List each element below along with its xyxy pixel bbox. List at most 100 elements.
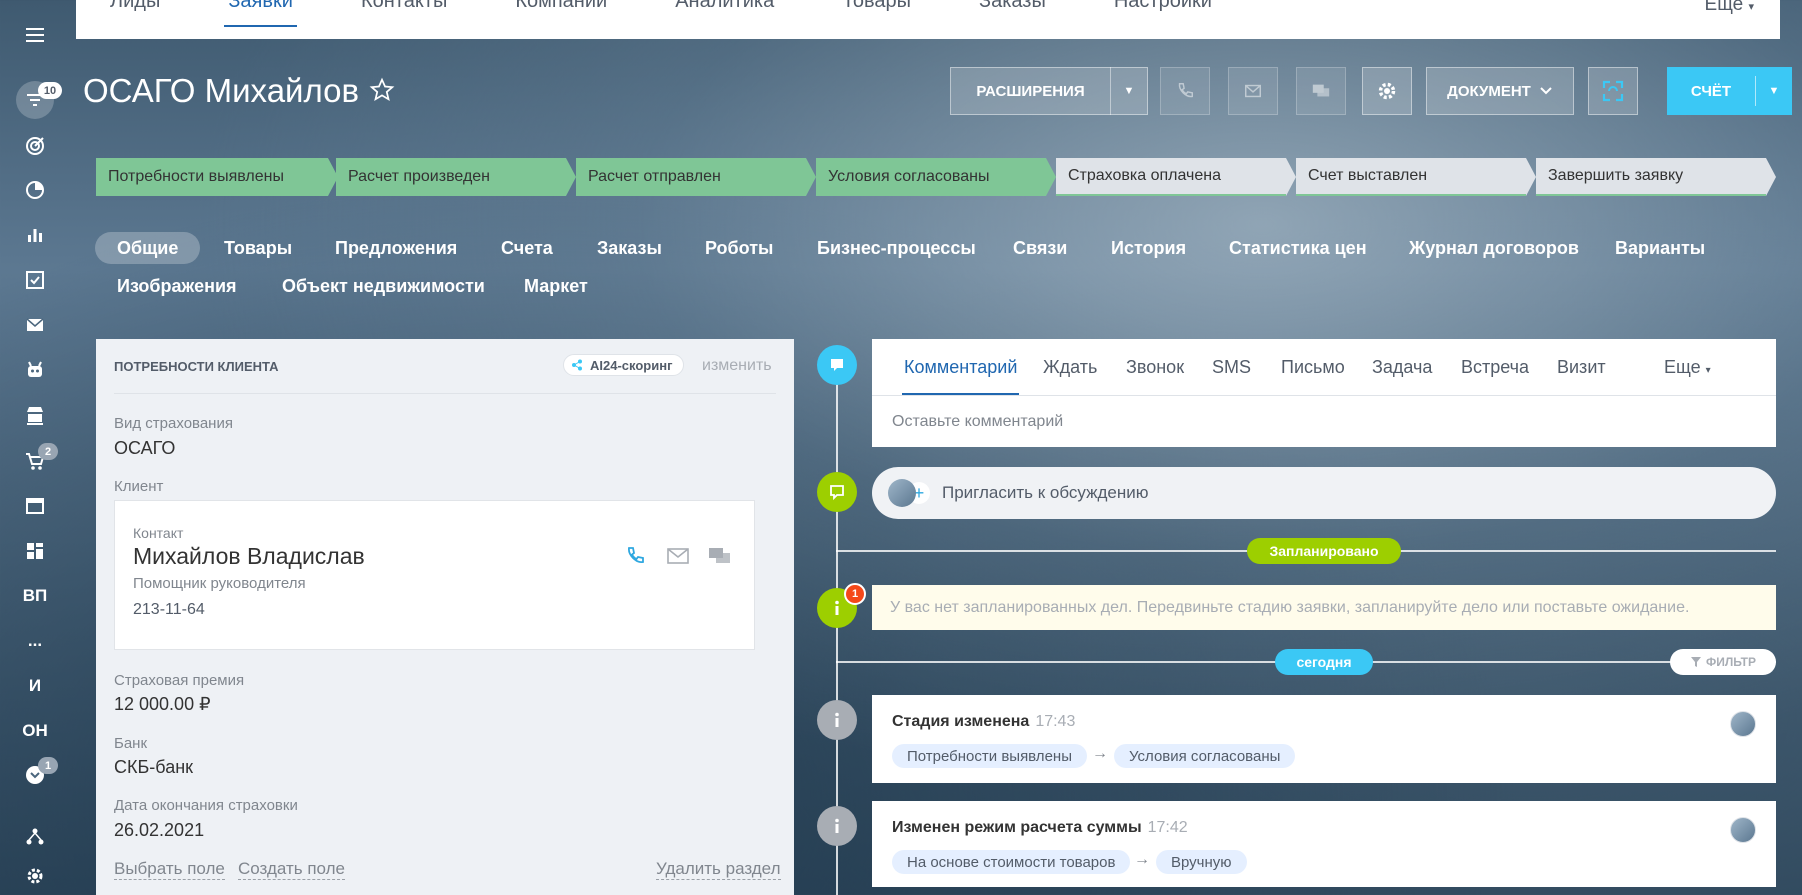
rail-item-chevron[interactable]: 1 bbox=[0, 757, 70, 793]
tab-contract-log[interactable]: Журнал договоров bbox=[1387, 232, 1601, 264]
fullscreen-button[interactable] bbox=[1588, 67, 1638, 115]
tab-history[interactable]: История bbox=[1089, 232, 1208, 264]
apps-icon[interactable] bbox=[0, 533, 70, 569]
composer-tab-wait[interactable]: Ждать bbox=[1043, 357, 1097, 378]
chat-button[interactable] bbox=[1296, 67, 1346, 115]
tab-offers[interactable]: Предложения bbox=[313, 232, 479, 264]
contact-label: Контакт bbox=[133, 525, 184, 541]
extensions-button[interactable]: РАСШИРЕНИЯ ▼ bbox=[950, 67, 1148, 115]
structure-icon[interactable] bbox=[0, 818, 70, 854]
stage-calculation-sent[interactable]: Расчет отправлен bbox=[576, 158, 816, 196]
topnav-item-settings[interactable]: Настройки bbox=[1080, 0, 1246, 33]
comment-icon bbox=[831, 359, 843, 371]
chat-icon[interactable] bbox=[708, 546, 732, 568]
rail-item-i[interactable]: И bbox=[0, 668, 70, 704]
ai-scoring-badge[interactable]: AI24-скоринг bbox=[563, 354, 684, 376]
stage-label: Расчет произведен bbox=[348, 168, 491, 185]
stage-complete-request[interactable]: Завершить заявку bbox=[1536, 158, 1776, 196]
email-button[interactable] bbox=[1228, 67, 1278, 115]
event-to-chip: Вручную bbox=[1156, 850, 1247, 874]
comment-input[interactable]: Оставьте комментарий bbox=[892, 413, 1063, 431]
left-rail: 10 2 ВП ... И ОН 1 bbox=[0, 0, 70, 895]
rail-item-crm[interactable]: 10 bbox=[0, 81, 70, 119]
stage-calculation-done[interactable]: Расчет произведен bbox=[336, 158, 576, 196]
caret-down-icon[interactable]: ▼ bbox=[1756, 85, 1792, 97]
stage-invoice-issued[interactable]: Счет выставлен bbox=[1296, 158, 1536, 196]
tab-general[interactable]: Общие bbox=[95, 232, 201, 264]
document-button[interactable]: ДОКУМЕНТ bbox=[1426, 67, 1574, 115]
composer-tab-visit[interactable]: Визит bbox=[1557, 357, 1606, 378]
call-button[interactable] bbox=[1160, 67, 1210, 115]
end-date-label: Дата окончания страховки bbox=[114, 797, 298, 814]
topnav-more-label: Еще bbox=[1704, 0, 1744, 15]
composer-tab-more[interactable]: Еще ▾ bbox=[1664, 357, 1711, 378]
settings-icon[interactable] bbox=[0, 858, 70, 894]
composer-tab-task[interactable]: Задача bbox=[1372, 357, 1432, 378]
invoice-button[interactable]: СЧЁТ ▼ bbox=[1667, 67, 1792, 115]
rail-item-on[interactable]: ОН bbox=[0, 713, 70, 749]
tab-business-processes[interactable]: Бизнес-процессы bbox=[795, 232, 998, 264]
tab-products[interactable]: Товары bbox=[202, 232, 314, 264]
rail-badge-filter: 10 bbox=[38, 82, 62, 99]
composer-tab-sms[interactable]: SMS bbox=[1212, 357, 1251, 378]
tab-links[interactable]: Связи bbox=[991, 232, 1089, 264]
stage-insurance-paid[interactable]: Страховка оплачена bbox=[1056, 158, 1296, 196]
settings-button[interactable] bbox=[1362, 67, 1412, 115]
create-field-link[interactable]: Создать поле bbox=[238, 859, 345, 880]
stage-needs-identified[interactable]: Потребности выявлены bbox=[96, 158, 338, 196]
select-field-link[interactable]: Выбрать поле bbox=[114, 859, 225, 880]
clock-icon[interactable] bbox=[0, 172, 70, 208]
topnav-item-analytics[interactable]: Аналитика bbox=[641, 0, 808, 33]
topnav-more[interactable]: Еще ▾ bbox=[1705, 0, 1754, 16]
topnav-item-orders[interactable]: Заказы bbox=[945, 0, 1080, 33]
contact-name[interactable]: Михайлов Владислав bbox=[133, 543, 365, 570]
composer-tab-email[interactable]: Письмо bbox=[1281, 357, 1345, 378]
composer-tab-comment[interactable]: Комментарий bbox=[901, 357, 1020, 395]
premium-value: 12 000.00 ₽ bbox=[114, 694, 211, 714]
end-date-value: 26.02.2021 bbox=[114, 820, 205, 840]
tab-variants[interactable]: Варианты bbox=[1593, 232, 1727, 264]
mail-icon[interactable] bbox=[0, 307, 70, 343]
invite-to-discussion[interactable]: + Пригласить к обсуждению bbox=[872, 467, 1776, 519]
rail-badge-chevron: 1 bbox=[38, 757, 58, 774]
ai-icon bbox=[572, 359, 582, 371]
avatar[interactable] bbox=[1730, 711, 1756, 737]
arrow-right-icon: → bbox=[1134, 851, 1150, 868]
topnav-item-contacts[interactable]: Контакты bbox=[327, 0, 481, 33]
caret-down-icon[interactable]: ▼ bbox=[1111, 85, 1147, 97]
card-title: ПОТРЕБНОСТИ КЛИЕНТА bbox=[114, 359, 279, 374]
topnav-item-companies[interactable]: Компании bbox=[481, 0, 641, 33]
mail-icon[interactable] bbox=[667, 547, 689, 565]
target-icon[interactable] bbox=[0, 128, 70, 164]
topnav-item-products[interactable]: Товары bbox=[808, 0, 945, 33]
robot-icon[interactable] bbox=[0, 352, 70, 388]
edit-link[interactable]: изменить bbox=[702, 357, 772, 375]
top-nav: Лиды Заявки Контакты Компании Аналитика … bbox=[76, 0, 1780, 39]
tab-market[interactable]: Маркет bbox=[502, 270, 610, 302]
analytics-icon[interactable] bbox=[0, 217, 70, 253]
stage-terms-agreed[interactable]: Условия согласованы bbox=[816, 158, 1056, 196]
tab-robots[interactable]: Роботы bbox=[683, 232, 795, 264]
composer-tab-meeting[interactable]: Встреча bbox=[1461, 357, 1529, 378]
delete-section-link[interactable]: Удалить раздел bbox=[656, 859, 781, 880]
tab-orders[interactable]: Заказы bbox=[575, 232, 684, 264]
rail-item-vp[interactable]: ВП bbox=[0, 578, 70, 614]
phone-icon[interactable] bbox=[624, 545, 646, 567]
tab-images[interactable]: Изображения bbox=[95, 270, 259, 302]
avatar[interactable] bbox=[1730, 817, 1756, 843]
topnav-item-requests[interactable]: Заявки bbox=[194, 0, 327, 33]
cart-icon[interactable]: 2 bbox=[0, 443, 70, 479]
tab-price-stats[interactable]: Статистика цен bbox=[1207, 232, 1389, 264]
topnav-item-leads[interactable]: Лиды bbox=[76, 0, 194, 33]
tasks-icon[interactable] bbox=[0, 262, 70, 298]
tab-real-estate[interactable]: Объект недвижимости bbox=[260, 270, 507, 302]
store-icon[interactable] bbox=[0, 397, 70, 433]
composer-tab-call[interactable]: Звонок bbox=[1126, 357, 1184, 378]
tab-invoices[interactable]: Счета bbox=[479, 232, 575, 264]
rail-item-more[interactable]: ... bbox=[0, 623, 70, 659]
caret-down-icon: ▾ bbox=[1705, 365, 1711, 376]
filter-button[interactable]: ФИЛЬТР bbox=[1670, 649, 1776, 675]
menu-icon[interactable] bbox=[0, 17, 70, 53]
star-icon[interactable] bbox=[369, 77, 395, 103]
window-icon[interactable] bbox=[0, 488, 70, 524]
